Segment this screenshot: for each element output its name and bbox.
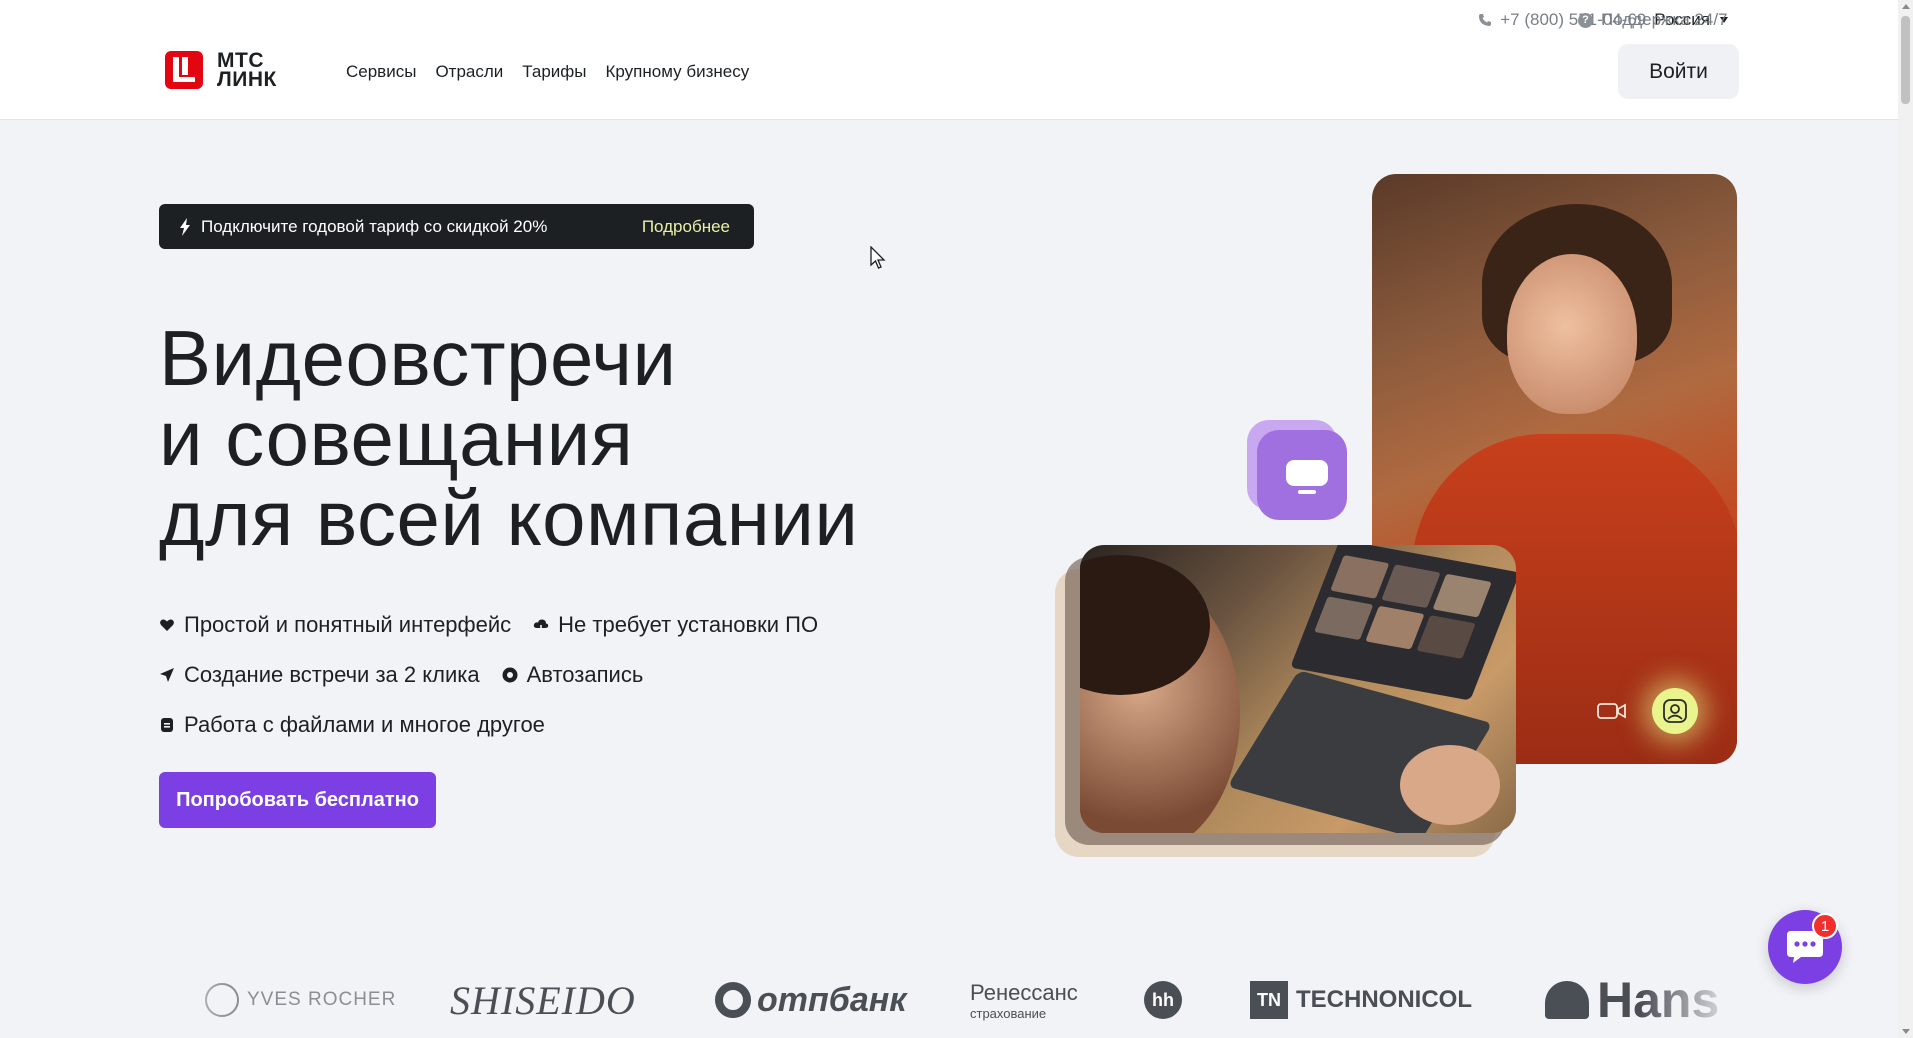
feature-row: Работа с файлами и многое другое [159, 700, 818, 750]
heart-icon [160, 619, 174, 631]
mouse-cursor-icon [870, 246, 886, 269]
promo-banner[interactable]: Подключите годовой тариф со скидкой 20% … [159, 204, 754, 249]
nav-item-pricing[interactable]: Тарифы [522, 62, 586, 82]
hero-photo-laptop [1080, 545, 1516, 833]
mts-link-logo-icon [165, 51, 203, 89]
send-icon [160, 668, 174, 682]
page-scrollbar[interactable] [1898, 0, 1913, 1038]
nav-item-industries[interactable]: Отрасли [435, 62, 503, 82]
feature-label: Не требует установки ПО [558, 612, 819, 637]
yves-rocher-label: YVES ROCHER [247, 989, 397, 1010]
nav-item-services[interactable]: Сервисы [346, 62, 416, 82]
scroll-up-icon[interactable] [1902, 4, 1910, 9]
logo-text: МТС ЛИНК [217, 50, 277, 91]
phone-icon [1479, 14, 1492, 26]
logos-fade-left [150, 960, 230, 1038]
feature-label: Простой и понятный интерфейс [184, 612, 512, 637]
hh-label: hh [1144, 981, 1182, 1019]
renaissance-line-2: страхование [970, 1005, 1047, 1021]
tn-box: TN [1250, 981, 1288, 1019]
logo[interactable]: МТС ЛИНК [165, 50, 277, 91]
message-icon [1286, 460, 1328, 494]
file-icon [161, 718, 173, 732]
hero-title-line-2: и совещания [159, 394, 634, 482]
user-icon [1663, 699, 1687, 723]
chat-unread-badge: 1 [1812, 913, 1838, 939]
feature-item: Простой и понятный интерфейс [159, 612, 511, 638]
hero-title-line-1: Видеовстречи [159, 314, 677, 402]
support-link[interactable]: ? Поддержка 24/7 [1578, 10, 1728, 30]
support-label: Поддержка 24/7 [1601, 10, 1728, 29]
question-icon: ? [1578, 12, 1593, 28]
renaissance-line-1: Ренессанс [970, 979, 1078, 1005]
cloud-download-icon [533, 619, 549, 633]
hans-dome-icon [1545, 981, 1589, 1019]
logo-yves-rocher: YVES ROCHER [205, 975, 396, 1025]
client-logos: YVES ROCHER SHISEIDO отпбанк Ренессанс с… [205, 972, 1725, 1028]
feature-label: Работа с файлами и многое другое [184, 712, 545, 737]
promo-more-link[interactable]: Подробнее [642, 217, 730, 237]
feature-item: Создание встречи за 2 клика [159, 662, 480, 688]
feature-row: Простой и понятный интерфейс Не требует … [159, 600, 818, 650]
scroll-down-icon[interactable] [1902, 1029, 1910, 1034]
scrollbar-thumb[interactable] [1901, 16, 1910, 104]
logo-technonicol: TN TECHNONICOL [1250, 975, 1472, 1025]
logo-hh: hh [1144, 975, 1182, 1025]
photo-face [1507, 254, 1637, 414]
promo-text: Подключите годовой тариф со скидкой 20% [201, 216, 548, 236]
logo-otp-bank: отпбанк [715, 975, 907, 1025]
technonicol-label: TECHNONICOL [1296, 986, 1472, 1013]
main-nav: Сервисы Отрасли Тарифы Крупному бизнесу [346, 62, 749, 82]
otp-label: отпбанк [757, 980, 907, 1019]
login-button[interactable]: Войти [1618, 44, 1739, 99]
feature-label: Автозапись [526, 662, 644, 687]
site-header: +7 (800) 551-04-69 Россия ? Поддержка 24… [0, 0, 1898, 120]
photo-hand [1400, 745, 1500, 825]
lightning-icon [180, 217, 190, 236]
hero-title-line-3: для всей компании [159, 474, 859, 562]
try-free-button[interactable]: Попробовать бесплатно [159, 772, 436, 828]
hero-title: Видеовстречи и совещания для всей компан… [159, 318, 858, 558]
otp-ring-icon [715, 982, 751, 1018]
participant-badge [1652, 688, 1698, 734]
logo-shiseido: SHISEIDO [450, 977, 636, 1023]
logo-renaissance: Ренессанс страхование [970, 975, 1078, 1025]
logos-fade-right [1640, 960, 1740, 1038]
feature-row: Создание встречи за 2 клика Автозапись [159, 650, 818, 700]
nav-item-enterprise[interactable]: Крупному бизнесу [606, 62, 750, 82]
chat-app-badge [1247, 420, 1347, 520]
record-icon [502, 667, 518, 683]
logo-line-2: ЛИНК [217, 68, 277, 91]
feature-list: Простой и понятный интерфейс Не требует … [159, 600, 818, 750]
feature-label: Создание встречи за 2 клика [184, 662, 480, 687]
feature-item: Работа с файлами и многое другое [159, 712, 545, 738]
video-camera-icon [1597, 703, 1626, 719]
feature-item: Не требует установки ПО [533, 612, 818, 638]
feature-item: Автозапись [502, 662, 644, 688]
